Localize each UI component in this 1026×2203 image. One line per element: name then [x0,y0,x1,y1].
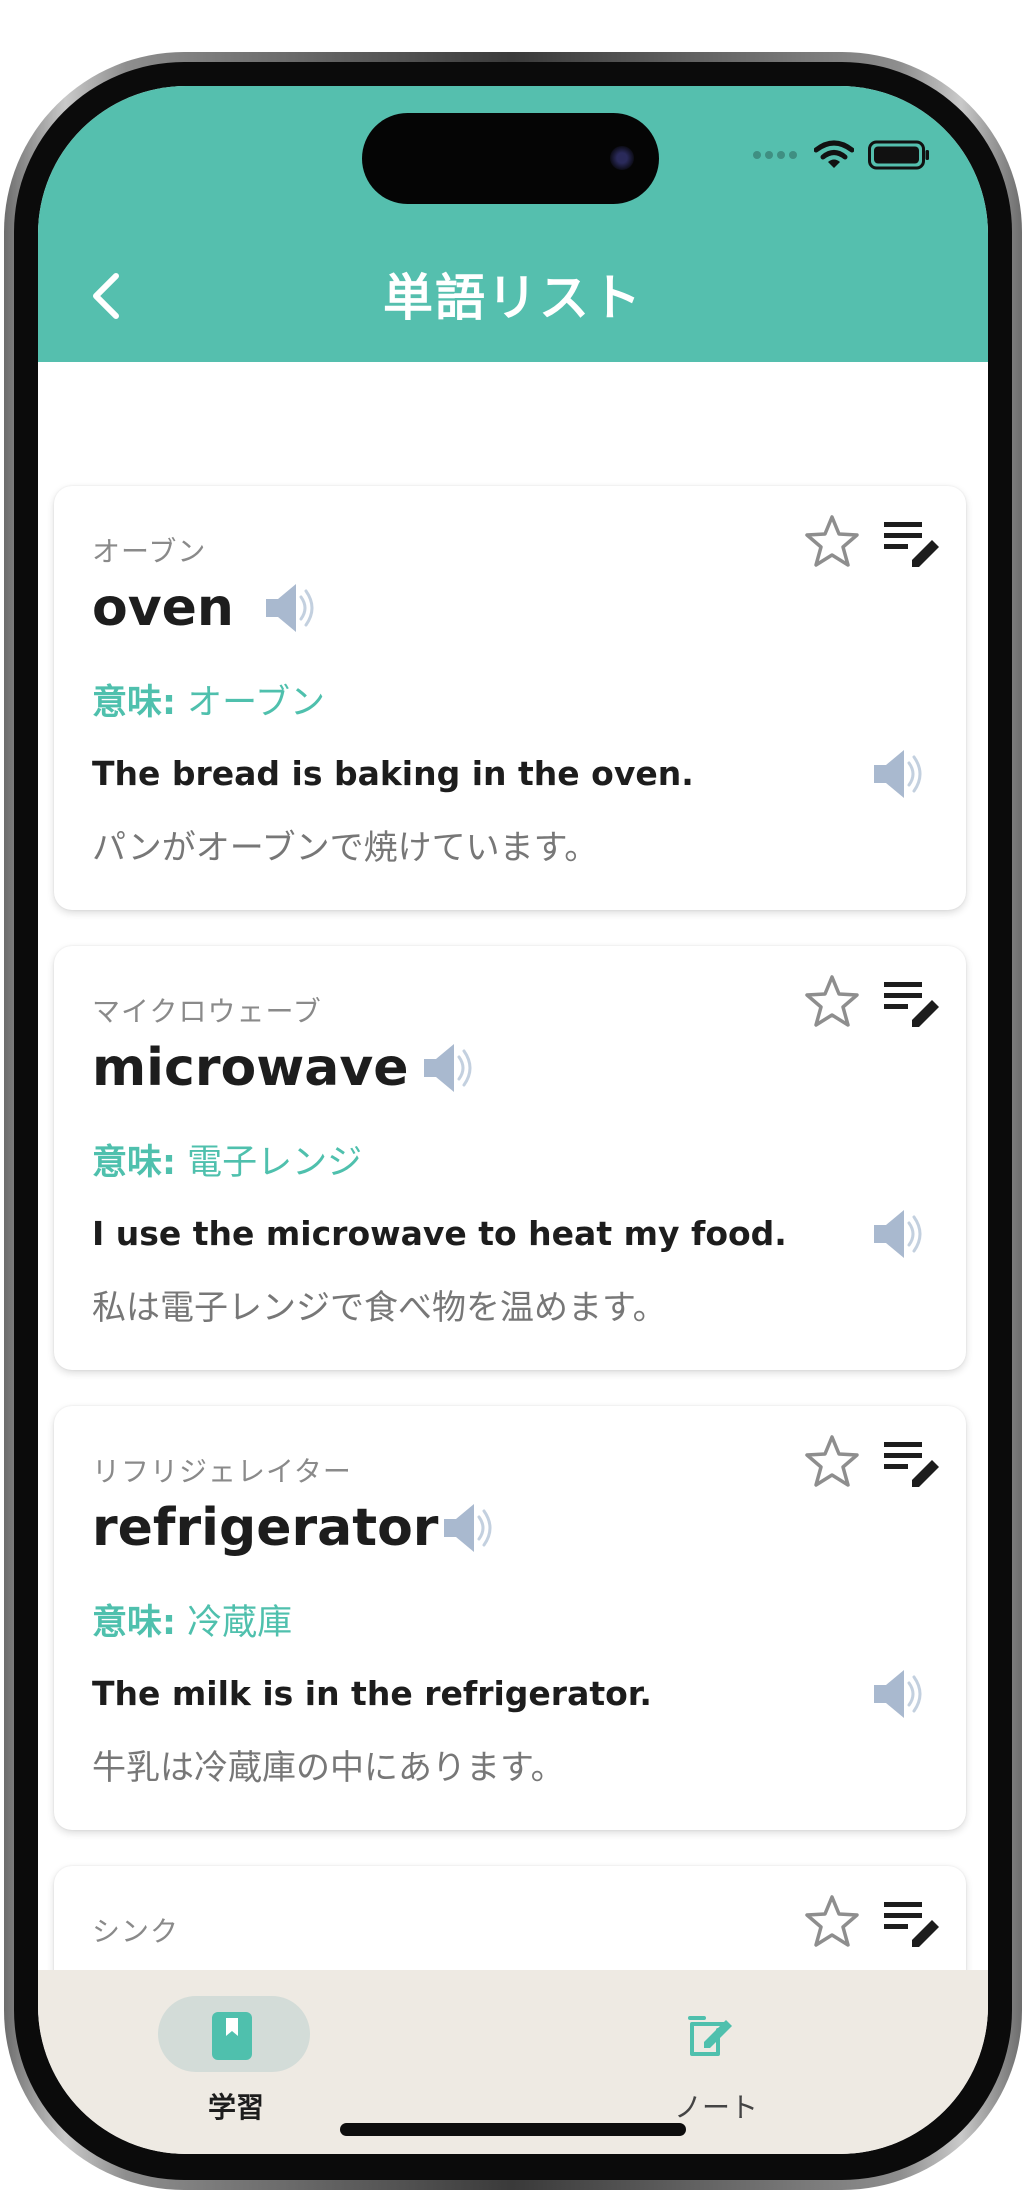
word-reading: マイクロウェーブ [92,995,322,1028]
word-title: microwave [92,1038,409,1098]
word-list: オーブン oven 意味: オーブン The bread is baking i… [38,362,988,1970]
meaning-value: 電子レンジ [187,1143,363,1183]
example-sentence-ja: 牛乳は冷蔵庫の中にあります。 [92,1748,565,1788]
edit-note-icon[interactable] [882,514,942,570]
word-card: シンク [54,1866,966,1970]
speaker-icon[interactable] [870,1664,926,1724]
edit-note-icon[interactable] [882,1434,942,1490]
tab-notes[interactable]: ノート [616,1996,816,2124]
word-card: マイクロウェーブ microwave 意味: 電子レンジ I use the m… [54,946,966,1370]
book-icon [212,2012,252,2060]
meaning-label: 意味: [92,683,176,723]
example-sentence-en: The milk is in the refrigerator. [92,1674,652,1713]
speaker-icon[interactable] [870,744,926,804]
speaker-icon[interactable] [440,1498,496,1558]
word-title: oven [92,578,234,638]
meaning-label: 意味: [92,1603,176,1643]
home-indicator [340,2123,686,2136]
word-title: refrigerator [92,1498,439,1558]
word-meaning: 意味: 電子レンジ [92,1134,362,1185]
wifi-icon [814,140,854,168]
tab-label: ノート [673,2091,758,2124]
example-sentence-ja: 私は電子レンジで食べ物を温めます。 [92,1288,667,1328]
battery-icon [868,140,929,170]
example-sentence-en: I use the microwave to heat my food. [92,1214,787,1253]
bottom-tab-bar: 学習 ノート [38,1970,988,2154]
status-bar-icons [752,140,930,170]
speaker-icon[interactable] [262,578,318,638]
app-screen: 単語リスト オーブン oven 意味: オーブン The bread is ba… [38,86,988,2154]
word-reading: オーブン [92,535,207,568]
camera-icon [610,146,634,170]
example-sentence-ja: パンがオーブンで焼けています。 [92,828,599,868]
tab-label: 学習 [207,2091,264,2124]
example-sentence-en: The bread is baking in the oven. [92,754,694,793]
edit-note-icon[interactable] [882,1894,942,1950]
note-edit-icon [688,2016,732,2056]
star-icon[interactable] [802,1432,862,1492]
page-title: 単語リスト [383,269,643,327]
word-card: オーブン oven 意味: オーブン The bread is baking i… [54,486,966,910]
word-meaning: 意味: 冷蔵庫 [92,1594,292,1645]
word-reading: リフリジェレイター [92,1455,352,1488]
meaning-label: 意味: [92,1143,176,1183]
star-icon[interactable] [802,972,862,1032]
star-icon[interactable] [802,1892,862,1952]
word-card: リフリジェレイター refrigerator 意味: 冷蔵庫 The milk … [54,1406,966,1830]
word-meaning: 意味: オーブン [92,674,325,725]
meaning-value: オーブン [187,683,326,723]
meaning-value: 冷蔵庫 [187,1603,293,1643]
tab-study[interactable]: 学習 [136,1996,336,2124]
star-icon[interactable] [802,512,862,572]
word-reading: シンク [92,1915,180,1948]
speaker-icon[interactable] [420,1038,476,1098]
speaker-icon[interactable] [870,1204,926,1264]
app-header: 単語リスト [38,86,988,362]
dynamic-island [362,113,659,204]
edit-note-icon[interactable] [882,974,942,1030]
signal-dots-icon [753,151,797,159]
